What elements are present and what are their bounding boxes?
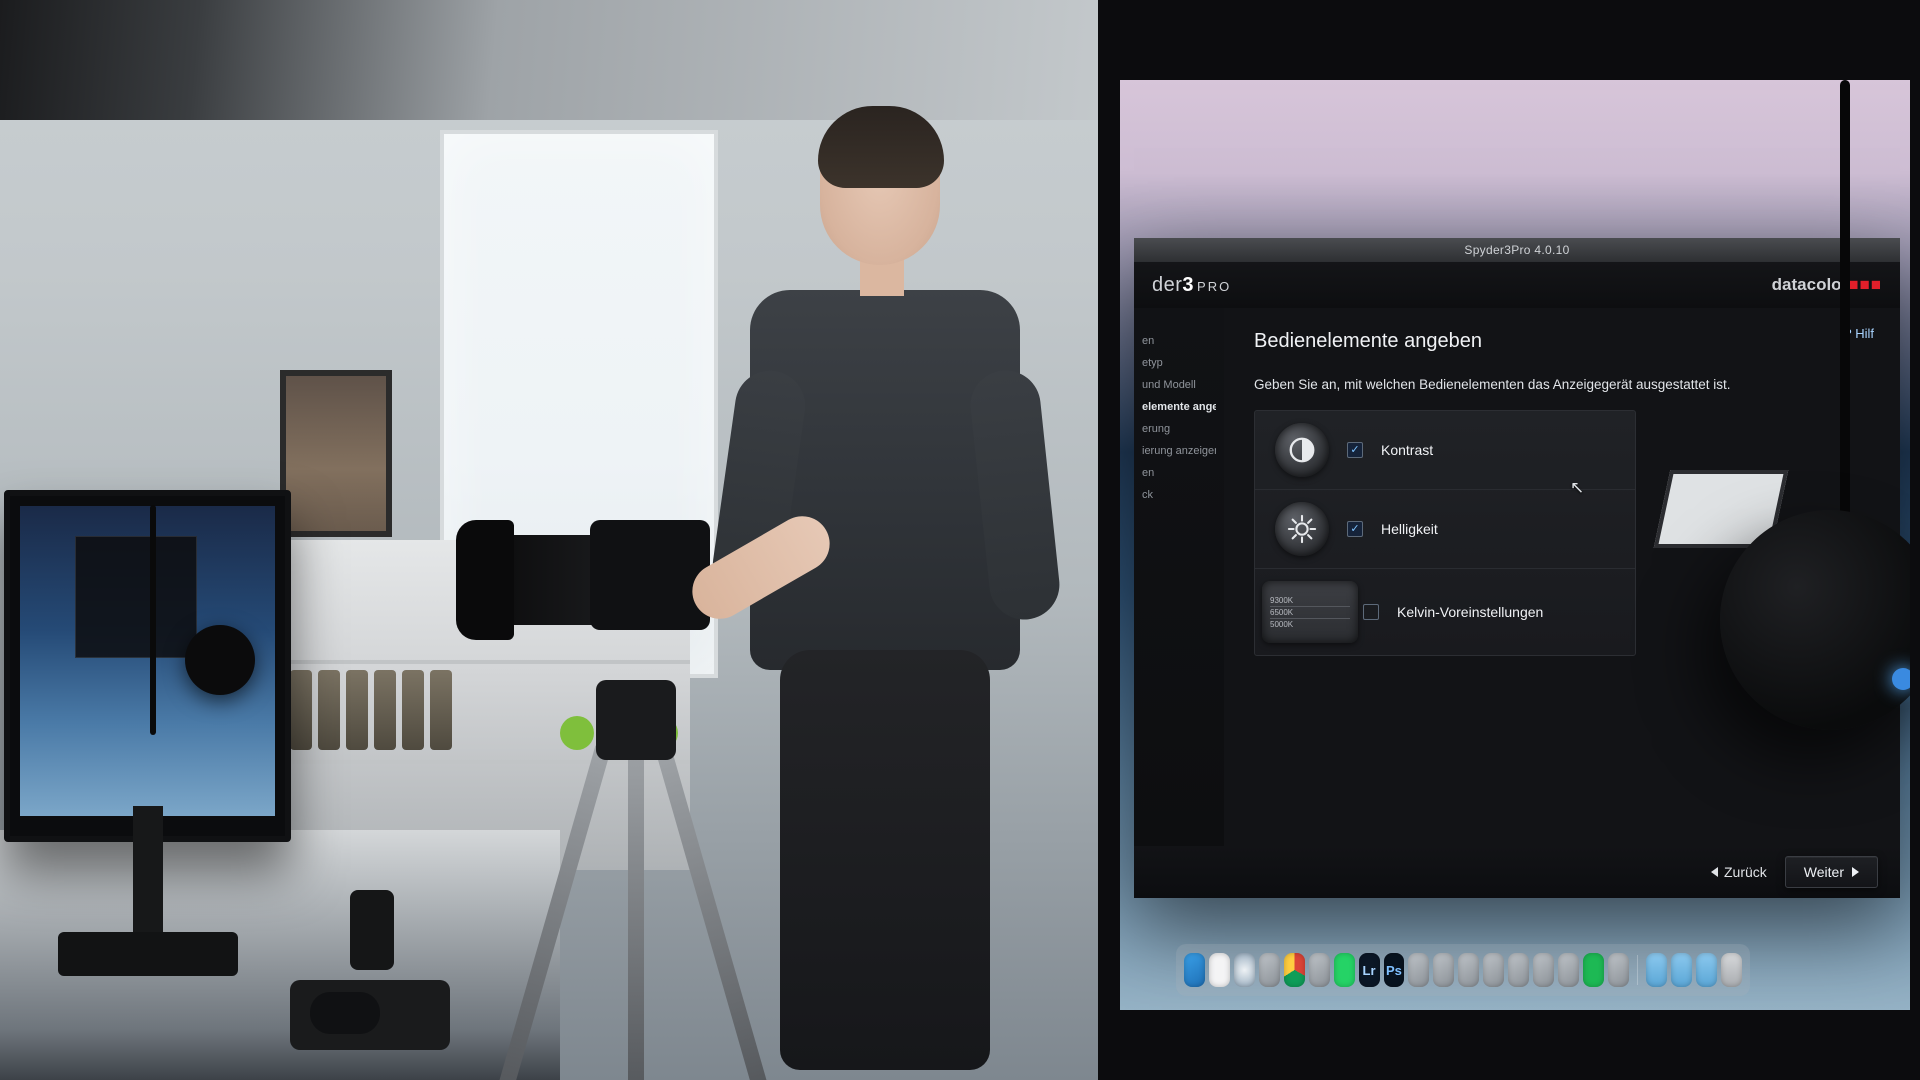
dock-app-globe[interactable] bbox=[1259, 953, 1280, 987]
sensor-cable bbox=[1840, 80, 1850, 520]
checkbox-helligkeit[interactable]: ✓ bbox=[1347, 521, 1363, 537]
label-kelvin: Kelvin-Voreinstellungen bbox=[1397, 604, 1543, 620]
sidebar-item-1[interactable]: etyp bbox=[1142, 352, 1216, 374]
dock-desk2[interactable] bbox=[1696, 953, 1717, 987]
mouse-cursor-icon: ↖ bbox=[1570, 478, 1584, 498]
option-row-kelvin[interactable]: 9300K 6500K 5000K ✓ Kelvin-Voreinstellun… bbox=[1255, 569, 1635, 655]
dock-separator bbox=[1637, 955, 1638, 985]
dock-app-cal[interactable] bbox=[1209, 953, 1230, 987]
presenter bbox=[720, 110, 1040, 1060]
sidebar-item-3[interactable]: elemente angeben bbox=[1142, 396, 1216, 418]
dock-app-set[interactable] bbox=[1508, 953, 1529, 987]
kelvin-tile-1: 6500K bbox=[1270, 608, 1293, 617]
contrast-icon bbox=[1275, 423, 1329, 477]
chevron-right-icon bbox=[1852, 867, 1859, 877]
dock-app-tool[interactable] bbox=[1558, 953, 1579, 987]
page-title: Bedienelemente angeben bbox=[1254, 330, 1870, 353]
brand-prefix: der bbox=[1152, 274, 1182, 296]
brand-name: datacolor bbox=[1772, 275, 1849, 294]
dock-app-safari[interactable] bbox=[1234, 953, 1255, 987]
dock-app-dash[interactable] bbox=[1309, 953, 1330, 987]
sidebar-item-5[interactable]: ierung anzeigen bbox=[1142, 440, 1216, 462]
dock-desk1[interactable] bbox=[1671, 953, 1692, 987]
dock-app-photos[interactable] bbox=[1408, 953, 1429, 987]
dock-app-ff[interactable] bbox=[1433, 953, 1454, 987]
checkbox-kontrast[interactable]: ✓ bbox=[1347, 442, 1363, 458]
label-kontrast: Kontrast bbox=[1381, 442, 1433, 458]
brand-suffix: PRO bbox=[1197, 279, 1231, 294]
next-button[interactable]: Weiter bbox=[1785, 856, 1878, 888]
dock-app-itunes[interactable] bbox=[1458, 953, 1479, 987]
dock-app-tg[interactable] bbox=[1533, 953, 1554, 987]
app-header: der3PRO datacolor■■■ bbox=[1134, 262, 1900, 308]
dock-app-skype[interactable] bbox=[1608, 953, 1629, 987]
studio-photo bbox=[0, 0, 1098, 1080]
sidebar-item-4[interactable]: erung bbox=[1142, 418, 1216, 440]
kelvin-tile-2: 5000K bbox=[1270, 620, 1293, 629]
right-monitor-screen: Spyder3Pro 4.0.10 der3PRO datacolor■■■ e… bbox=[1120, 80, 1910, 1010]
dock-app-wa[interactable] bbox=[1334, 953, 1355, 987]
dock-folder[interactable] bbox=[1646, 953, 1667, 987]
next-label: Weiter bbox=[1804, 864, 1844, 880]
checkbox-kelvin[interactable]: ✓ bbox=[1363, 604, 1379, 620]
dock-app-spot[interactable] bbox=[1583, 953, 1604, 987]
window-title: Spyder3Pro 4.0.10 bbox=[1464, 243, 1569, 257]
kelvin-preset-icon: 9300K 6500K 5000K bbox=[1262, 581, 1358, 643]
page-instruction: Geben Sie an, mit welchen Bedienelemente… bbox=[1254, 377, 1870, 392]
sidebar-item-6[interactable]: en bbox=[1142, 462, 1216, 484]
sidebar-item-7[interactable]: ck bbox=[1142, 484, 1216, 506]
wizard-footer: Zurück Weiter bbox=[1134, 846, 1900, 898]
brand-accent: ■■■ bbox=[1848, 275, 1882, 294]
brightness-icon bbox=[1275, 502, 1329, 556]
back-button[interactable]: Zurück bbox=[1711, 864, 1767, 880]
sidebar-item-0[interactable]: en bbox=[1142, 330, 1216, 352]
dock-trash[interactable] bbox=[1721, 953, 1742, 987]
dock-app-appstore[interactable] bbox=[1483, 953, 1504, 987]
kelvin-tile-0: 9300K bbox=[1270, 596, 1293, 605]
controls-option-card: ✓ Kontrast bbox=[1254, 410, 1636, 656]
window-titlebar[interactable]: Spyder3Pro 4.0.10 bbox=[1134, 238, 1900, 262]
chevron-left-icon bbox=[1711, 867, 1718, 877]
dock-app-ps[interactable]: Ps bbox=[1384, 953, 1405, 987]
dock-app-chrome[interactable] bbox=[1284, 953, 1305, 987]
sidebar-item-2[interactable]: und Modell bbox=[1142, 374, 1216, 396]
label-helligkeit: Helligkeit bbox=[1381, 521, 1438, 537]
dock-app-lr[interactable]: Lr bbox=[1359, 953, 1380, 987]
brand-right: datacolor■■■ bbox=[1772, 275, 1882, 295]
option-row-helligkeit[interactable]: ✓ Helligkeit ↖ bbox=[1255, 490, 1635, 569]
wizard-sidebar: en etyp und Modell elemente angeben erun… bbox=[1134, 308, 1224, 846]
brand-left: der3PRO bbox=[1152, 274, 1231, 297]
macos-dock[interactable]: Lr Ps bbox=[1176, 944, 1750, 996]
camera bbox=[480, 490, 720, 660]
back-label: Zurück bbox=[1724, 864, 1767, 880]
dock-app-finder[interactable] bbox=[1184, 953, 1205, 987]
brand-number: 3 bbox=[1182, 274, 1194, 296]
calibration-sensor-left bbox=[185, 625, 255, 695]
